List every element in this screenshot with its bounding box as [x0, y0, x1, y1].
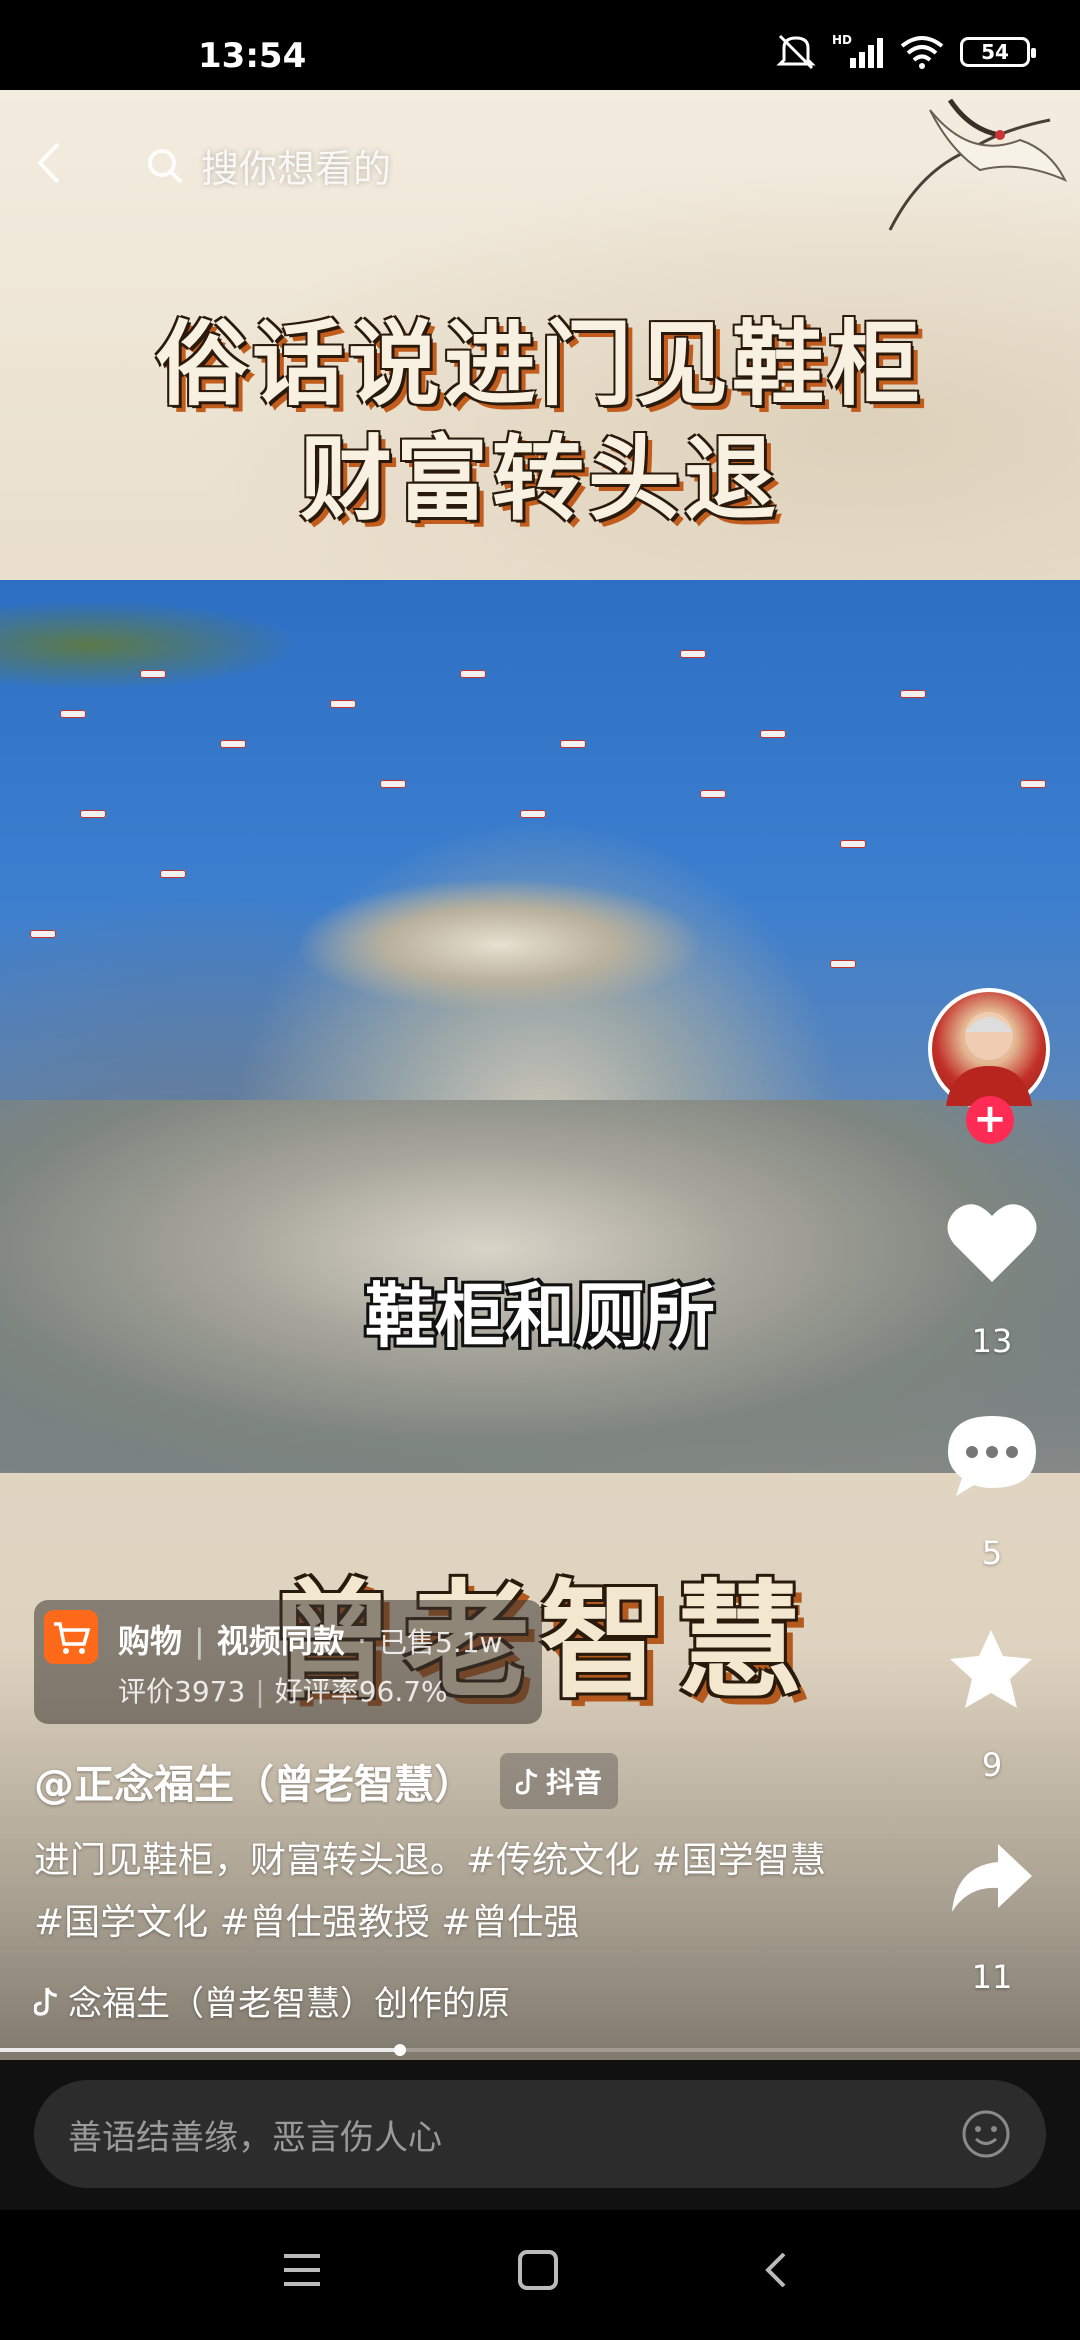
status-bar: 13:54 HD 54 — [0, 0, 1080, 90]
shop-label: 购物 — [118, 1622, 183, 1660]
emoji-icon[interactable] — [960, 2108, 1012, 2160]
platform-tag-label: 抖音 — [546, 1766, 603, 1799]
comment-placeholder: 善语结善缘，恶言伤人心 — [68, 2118, 442, 2158]
heart-icon[interactable] — [946, 1200, 1038, 1286]
platform-tag[interactable]: 抖音 — [500, 1753, 619, 1809]
status-icons: HD 54 — [774, 32, 1036, 72]
system-nav-bar — [0, 2210, 1080, 2340]
svg-text:HD: HD — [832, 33, 852, 47]
douyin-logo-icon — [516, 1768, 538, 1795]
wifi-icon — [900, 36, 944, 69]
cart-icon — [44, 1610, 98, 1664]
shop-title-row: 购物 | 视频同款 · 已售5.1w — [118, 1622, 503, 1660]
author-avatar[interactable] — [928, 988, 1050, 1110]
status-time: 13:54 — [198, 36, 307, 76]
share-icon[interactable] — [948, 1840, 1034, 1916]
author-row: @正念福生（曾老智慧） 抖音 — [34, 1752, 619, 1810]
shop-product: 视频同款 — [216, 1622, 345, 1660]
shop-sold: 已售5.1w — [378, 1626, 503, 1659]
search-placeholder: 搜你想看的 — [201, 147, 392, 191]
menu-icon[interactable] — [280, 2250, 324, 2290]
signal-icon: HD — [832, 33, 883, 68]
home-icon[interactable] — [516, 2248, 560, 2292]
shop-rating: 好评率96.7% — [274, 1675, 448, 1708]
comment-count: 5 — [981, 1534, 1003, 1572]
video-progress-bar[interactable] — [0, 2044, 1080, 2056]
avatar-portrait — [946, 1012, 1032, 1106]
video-progress-fill — [0, 2048, 400, 2052]
author-handle[interactable]: @正念福生（曾老智慧） — [34, 1752, 474, 1810]
music-note-icon — [34, 1986, 58, 2016]
shop-stats-row: 评价3973 | 好评率96.7% — [118, 1675, 448, 1708]
mute-icon — [776, 34, 816, 70]
back-icon[interactable] — [30, 138, 70, 188]
search-bar[interactable]: 搜你想看的 — [145, 138, 391, 193]
video-description[interactable]: 进门见鞋柜，财富转头退。#传统文化 #国学智慧 #国学文化 #曾仕强教授 #曾仕… — [34, 1830, 854, 1954]
video-subtitle: 鞋柜和厕所 — [365, 1274, 715, 1357]
shopping-card[interactable]: 购物 | 视频同款 · 已售5.1w 评价3973 | 好评率96.7% — [34, 1600, 542, 1724]
music-title: 念福生（曾老智慧）创作的原 — [68, 1984, 510, 2024]
comment-icon[interactable] — [944, 1412, 1040, 1500]
back-nav-icon[interactable] — [760, 2248, 790, 2292]
search-icon — [148, 148, 183, 183]
video-title-line-2: 财富转头退 — [299, 425, 780, 533]
battery-indicator: 54 — [960, 37, 1036, 67]
comment-bar: 善语结善缘，恶言伤人心 — [0, 2060, 1080, 2210]
video-title-line-1: 俗话说进门见鞋柜 — [155, 310, 924, 418]
music-row[interactable]: 念福生（曾老智慧）创作的原 — [34, 1976, 510, 2025]
favorite-count: 9 — [981, 1746, 1003, 1784]
video-progress-handle[interactable] — [393, 2044, 406, 2056]
like-count: 13 — [971, 1322, 1013, 1360]
top-nav: 搜你想看的 — [0, 130, 1080, 200]
star-icon[interactable] — [946, 1626, 1036, 1712]
follow-plus-icon[interactable]: + — [966, 1096, 1014, 1144]
shop-reviews: 评价3973 — [118, 1675, 246, 1708]
share-count: 11 — [971, 1958, 1013, 1996]
comment-input[interactable]: 善语结善缘，恶言伤人心 — [34, 2080, 1046, 2188]
